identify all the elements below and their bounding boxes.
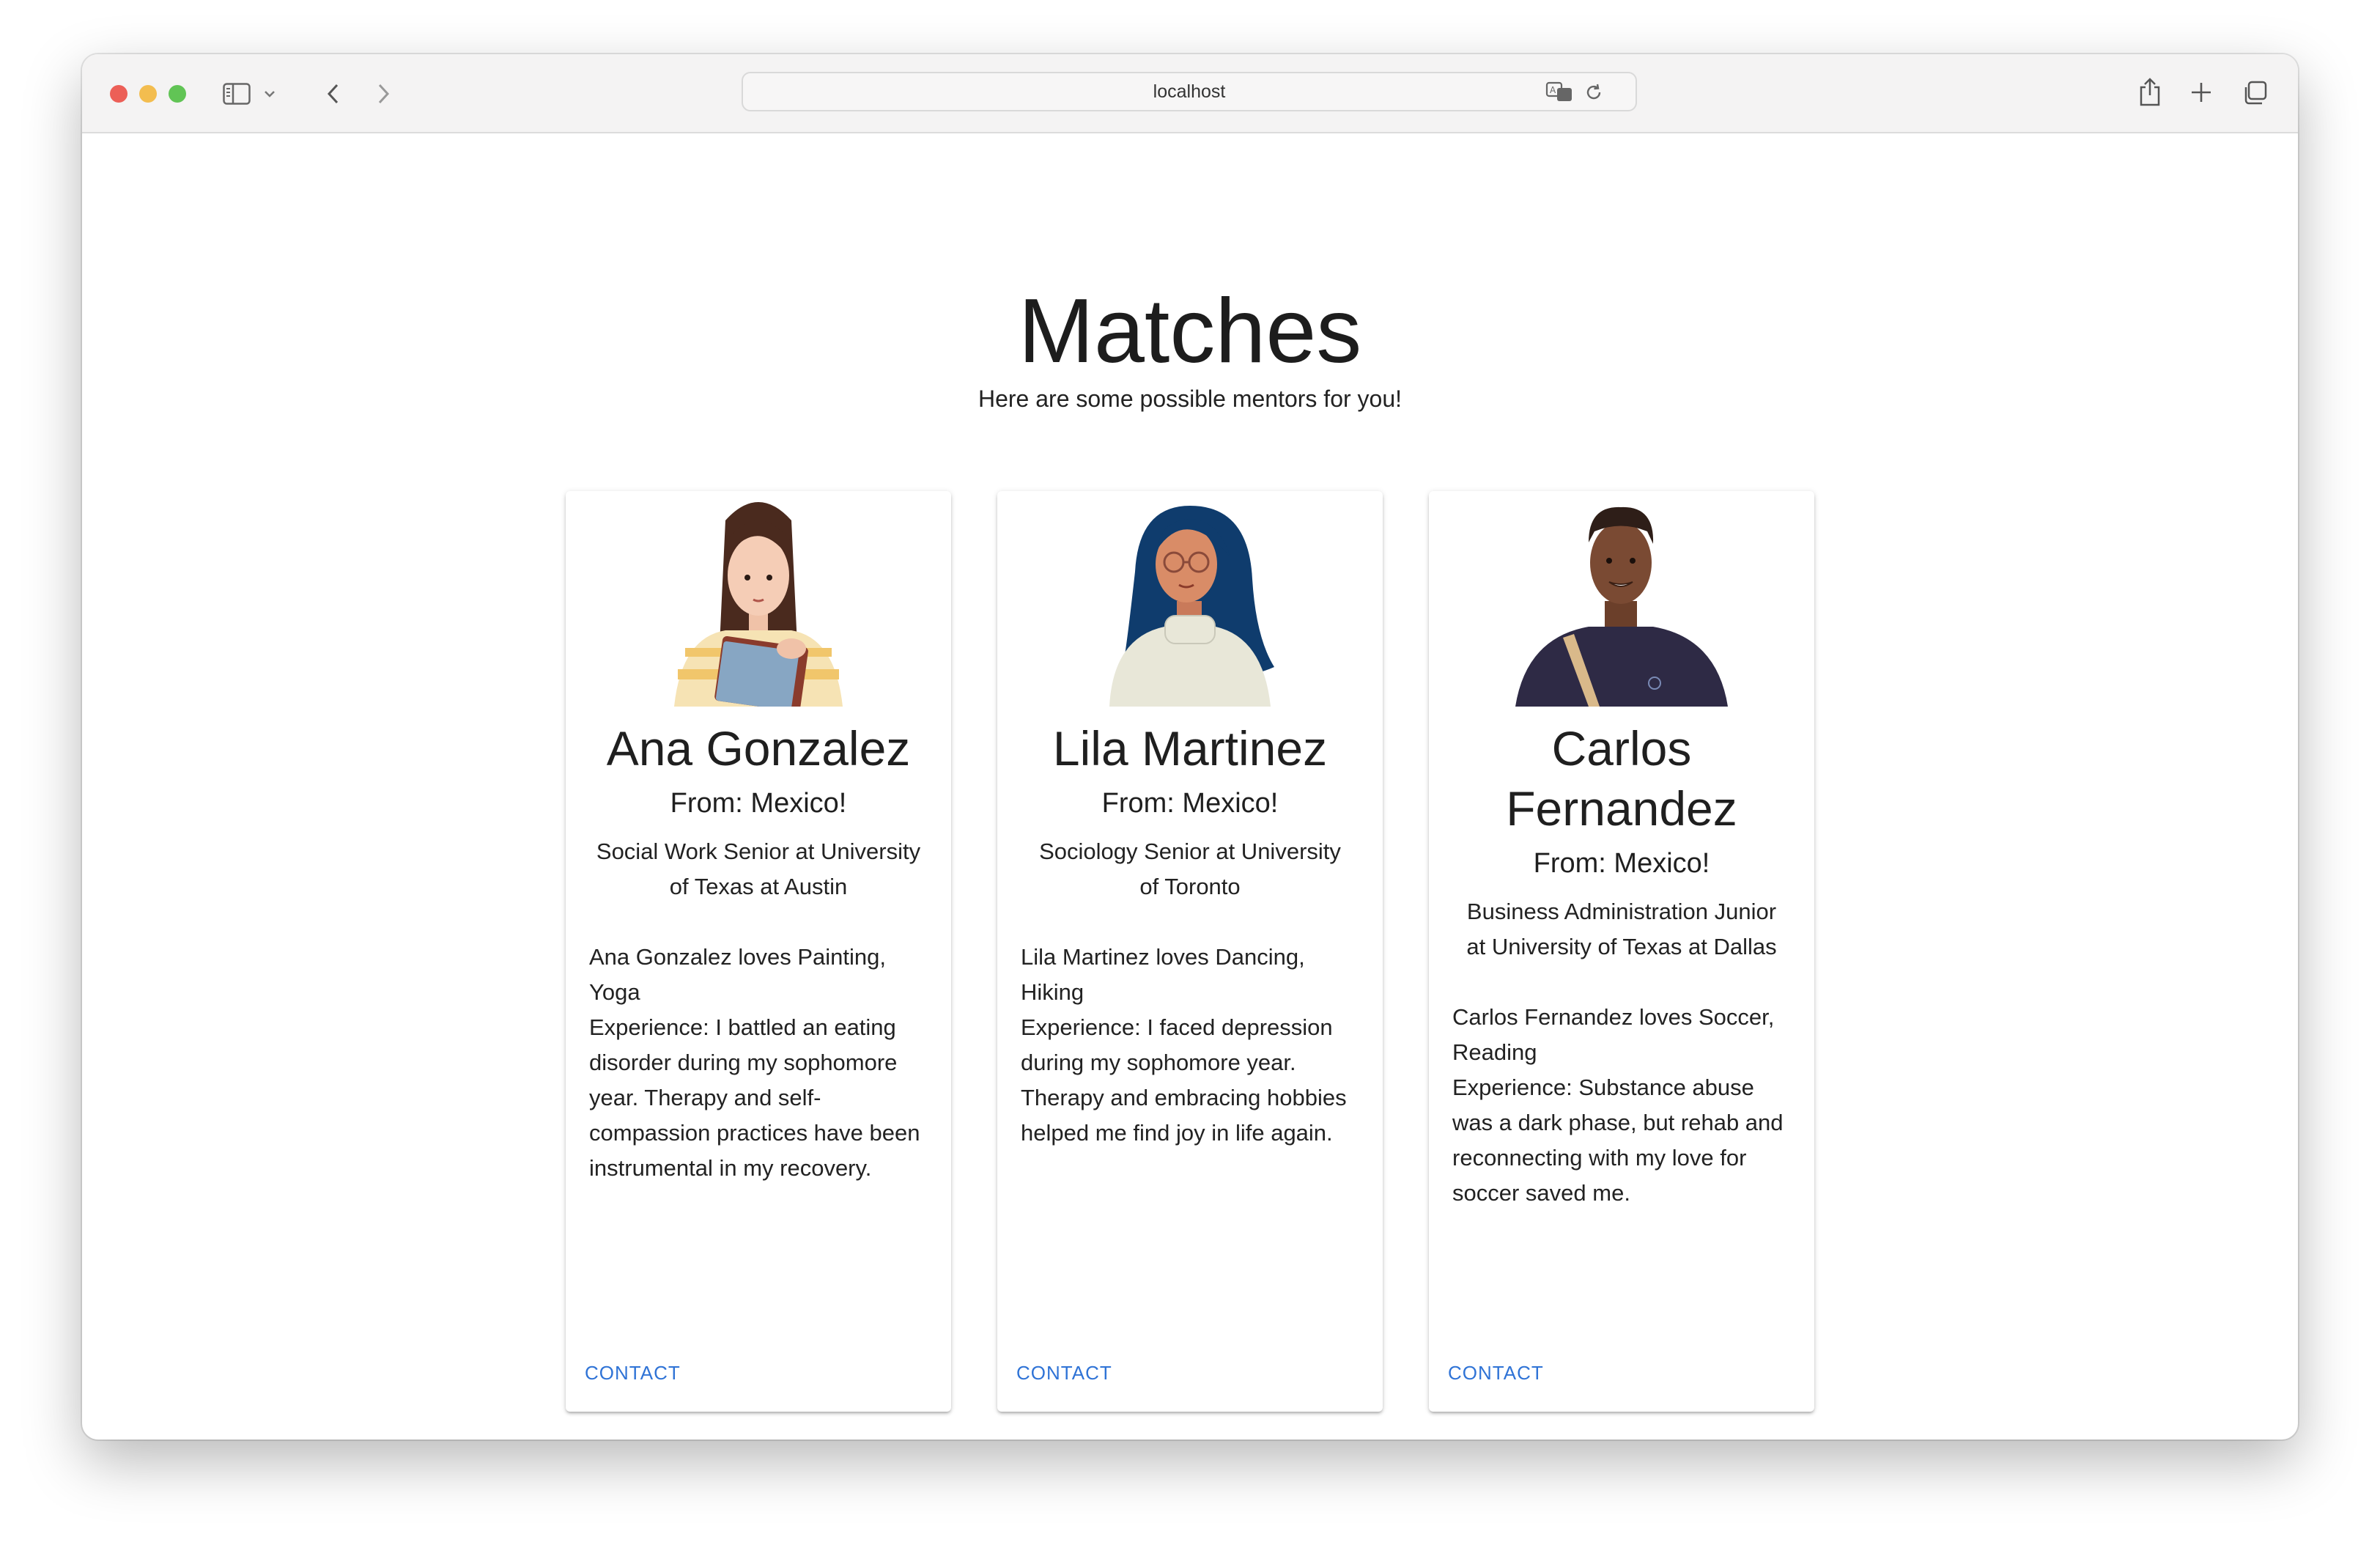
mentor-origin: From: Mexico! bbox=[1101, 788, 1279, 819]
tabs-overview-icon[interactable] bbox=[2239, 78, 2270, 108]
minimize-window-button[interactable] bbox=[139, 85, 157, 103]
mentor-name: Carlos Fernandez bbox=[1506, 721, 1737, 836]
browser-window: localhost A Matches Here are some possib… bbox=[82, 54, 2298, 1440]
mentor-name: Lila Martinez bbox=[1052, 721, 1328, 775]
contact-button[interactable]: CONTACT bbox=[1448, 1362, 1544, 1385]
forward-icon[interactable] bbox=[369, 79, 399, 108]
address-bar[interactable]: localhost A bbox=[742, 72, 1637, 111]
mentor-school: Sociology Senior at University of Toront… bbox=[1039, 838, 1341, 899]
mentor-avatar-carlos bbox=[1429, 491, 1814, 707]
mentor-experience: Experience: I faced depression during my… bbox=[1021, 1014, 1347, 1146]
reload-icon[interactable] bbox=[1581, 81, 1606, 104]
share-icon[interactable] bbox=[2134, 75, 2166, 108]
mentor-origin: From: Mexico! bbox=[1533, 848, 1710, 879]
url-text: localhost bbox=[1153, 81, 1226, 102]
sidebar-icon[interactable] bbox=[221, 79, 252, 108]
browser-toolbar: localhost A bbox=[82, 54, 2298, 133]
zoom-window-button[interactable] bbox=[169, 85, 186, 103]
contact-button[interactable]: CONTACT bbox=[1016, 1362, 1112, 1385]
close-window-button[interactable] bbox=[110, 85, 128, 103]
mentor-experience: Experience: Substance abuse was a dark p… bbox=[1452, 1075, 1784, 1206]
chevron-down-icon[interactable] bbox=[261, 85, 278, 103]
mentor-card: Lila Martinez From: Mexico! Sociology Se… bbox=[997, 491, 1383, 1412]
mentor-interests: Ana Gonzalez loves Painting, Yoga bbox=[589, 944, 886, 1005]
svg-text:A: A bbox=[1550, 85, 1556, 95]
mentor-school: Business Administration Junior at Univer… bbox=[1466, 899, 1777, 959]
mentor-avatar-ana bbox=[566, 491, 951, 707]
new-tab-icon[interactable] bbox=[2187, 78, 2216, 107]
mentor-school: Social Work Senior at University of Texa… bbox=[596, 838, 921, 899]
contact-button[interactable]: CONTACT bbox=[585, 1362, 681, 1385]
page-content: Matches Here are some possible mentors f… bbox=[82, 133, 2298, 1440]
back-icon[interactable] bbox=[318, 79, 347, 108]
translate-icon[interactable]: A bbox=[1545, 79, 1574, 104]
mentor-card: Carlos Fernandez From: Mexico! Business … bbox=[1429, 491, 1814, 1412]
mentor-avatar-lila bbox=[997, 491, 1383, 707]
mentor-name: Ana Gonzalez bbox=[606, 721, 911, 775]
page-subtitle: Here are some possible mentors for you! bbox=[978, 386, 1402, 412]
mentor-interests: Lila Martinez loves Dancing, Hiking bbox=[1021, 944, 1305, 1005]
mentor-origin: From: Mexico! bbox=[670, 788, 847, 819]
mentor-interests: Carlos Fernandez loves Soccer, Reading bbox=[1452, 1004, 1775, 1065]
mentor-experience: Experience: I battled an eating disorder… bbox=[589, 1014, 920, 1181]
mentor-card: Ana Gonzalez From: Mexico! Social Work S… bbox=[566, 491, 951, 1412]
page-title: Matches bbox=[1018, 281, 1362, 382]
